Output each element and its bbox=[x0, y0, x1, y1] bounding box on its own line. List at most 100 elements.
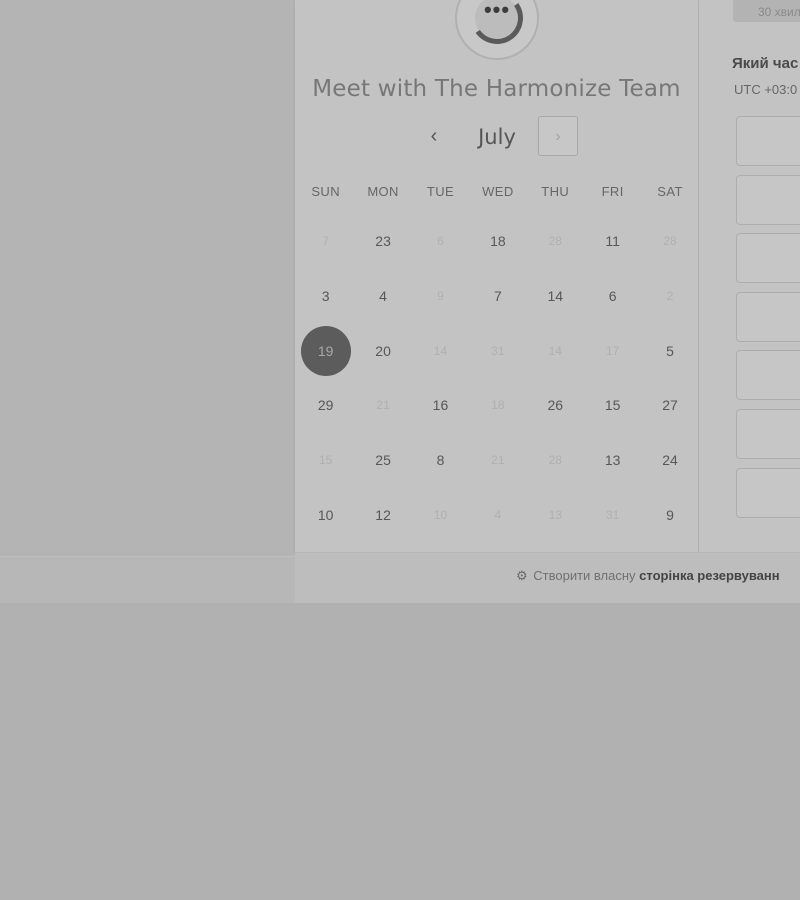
footer-bold: сторінка резервуванн bbox=[639, 568, 780, 583]
time-slot-button[interactable] bbox=[736, 174, 800, 225]
day-number: 8 bbox=[436, 452, 445, 469]
calendar-day[interactable]: 10 bbox=[297, 487, 354, 542]
calendar-day[interactable]: 9 bbox=[641, 487, 698, 542]
calendar-day[interactable]: 16 bbox=[412, 378, 469, 433]
calendar-day-disabled: 28 bbox=[527, 433, 584, 488]
day-number: 4 bbox=[494, 507, 502, 522]
calendar-day-disabled: 17 bbox=[584, 323, 641, 378]
calendar-day[interactable]: 20 bbox=[354, 323, 411, 378]
chevron-left-icon: ‹ bbox=[430, 125, 438, 147]
more-dots-icon: ••• bbox=[483, 0, 511, 22]
day-number: 14 bbox=[433, 343, 448, 358]
calendar-day[interactable]: 14 bbox=[527, 269, 584, 324]
calendar-day-disabled: 9 bbox=[412, 269, 469, 324]
time-slot-button[interactable] bbox=[736, 350, 800, 401]
day-number: 10 bbox=[317, 506, 334, 523]
calendar-week-row: 10 12 10 4 13 31 9 bbox=[297, 487, 699, 542]
calendar-day-disabled: 4 bbox=[469, 487, 526, 542]
day-number: 13 bbox=[548, 507, 562, 522]
day-number: 24 bbox=[662, 452, 678, 469]
calendar-day-disabled: 28 bbox=[527, 214, 584, 269]
calendar-day-disabled: 21 bbox=[354, 378, 411, 433]
calendar-day-disabled: 7 bbox=[297, 214, 354, 269]
day-number: 14 bbox=[548, 343, 562, 358]
day-number: 26 bbox=[547, 397, 564, 414]
day-number: 21 bbox=[491, 453, 505, 468]
calendar-week-row: 29 21 16 18 26 15 27 bbox=[297, 378, 699, 433]
weekday-label: FRI bbox=[601, 184, 624, 199]
calendar-day[interactable]: 15 bbox=[584, 378, 641, 433]
calendar-weeks: 7 23 6 18 28 11 28 3 4 9 7 14 6 2 19 20 14 31 14 17 5 29 21 16 1… bbox=[297, 214, 699, 542]
time-slot-button[interactable] bbox=[736, 233, 800, 284]
day-number: 23 bbox=[375, 233, 391, 250]
calendar-day[interactable]: 27 bbox=[641, 378, 698, 433]
weekday-label: SUN bbox=[311, 184, 341, 199]
day-number: 29 bbox=[317, 397, 334, 414]
calendar-day[interactable]: 29 bbox=[297, 378, 354, 433]
day-number: 10 bbox=[433, 507, 448, 522]
time-slot-button[interactable] bbox=[736, 467, 800, 518]
time-slot-button[interactable] bbox=[736, 409, 800, 459]
calendar-week-row: 3 4 9 7 14 6 2 bbox=[297, 269, 699, 324]
calendar-day-disabled: 10 bbox=[412, 487, 469, 542]
calendar-day-disabled: 28 bbox=[641, 214, 698, 269]
weekday-label: THU bbox=[541, 184, 570, 199]
calendar-day-selected[interactable]: 19 bbox=[297, 323, 354, 378]
duration-option[interactable]: 30 хвил bbox=[733, 0, 800, 22]
calendar-day[interactable]: 23 bbox=[354, 214, 411, 269]
calendar-day[interactable]: 4 bbox=[354, 269, 411, 324]
chevron-right-icon: › bbox=[555, 128, 561, 145]
calendar-day[interactable]: 25 bbox=[354, 433, 411, 488]
calendar-day[interactable]: 26 bbox=[527, 378, 584, 433]
calendar-day[interactable]: 13 bbox=[584, 433, 641, 488]
calendar-day-disabled: 31 bbox=[469, 323, 526, 378]
day-number: 18 bbox=[490, 233, 506, 250]
calendar-day[interactable]: 11 bbox=[584, 214, 641, 269]
calendar-day[interactable]: 18 bbox=[469, 214, 526, 269]
calendar-day[interactable]: 3 bbox=[297, 269, 354, 324]
timezone-selector[interactable]: UTC +03:0 bbox=[734, 82, 797, 97]
calendar-day-disabled: 14 bbox=[412, 323, 469, 378]
day-number: 28 bbox=[548, 234, 562, 249]
day-number: 31 bbox=[605, 507, 620, 522]
day-number: 3 bbox=[321, 288, 330, 305]
calendar-grid: SUN MON TUE WED THU FRI SAT 7 23 6 18 28 11 28… bbox=[297, 180, 699, 542]
calendar-day[interactable]: 7 bbox=[469, 269, 526, 324]
day-number: 25 bbox=[375, 452, 391, 469]
calendar-week-row: 19 20 14 31 14 17 5 bbox=[297, 323, 699, 378]
day-number: 11 bbox=[605, 233, 620, 250]
next-month-button[interactable]: › bbox=[538, 116, 578, 156]
day-number: 6 bbox=[608, 288, 617, 305]
day-number: 14 bbox=[547, 288, 564, 305]
calendar-day-disabled: 15 bbox=[297, 433, 354, 488]
day-number: 15 bbox=[319, 453, 333, 468]
weekday-label: TUE bbox=[426, 184, 455, 199]
calendar-day-disabled: 2 bbox=[641, 269, 698, 324]
prev-month-button[interactable]: ‹ bbox=[419, 122, 449, 152]
calendar-week-row: 7 23 6 18 28 11 28 bbox=[297, 214, 699, 269]
day-number: 16 bbox=[432, 397, 449, 414]
day-number: 15 bbox=[604, 397, 621, 414]
calendar-day-disabled: 13 bbox=[527, 487, 584, 542]
day-number: 9 bbox=[666, 506, 674, 523]
create-booking-page-link[interactable]: ⚙ Створити власну сторінка резервуванн bbox=[516, 568, 780, 584]
meeting-title: Meet with The Harmonize Team bbox=[312, 76, 681, 102]
time-heading: Який час bbox=[732, 55, 799, 72]
day-number: 17 bbox=[605, 343, 620, 358]
calendar-day[interactable]: 6 bbox=[584, 269, 641, 324]
day-number: 4 bbox=[379, 288, 387, 305]
time-slot-button[interactable] bbox=[736, 116, 800, 166]
day-number: 2 bbox=[666, 289, 674, 304]
calendar-day[interactable]: 24 bbox=[641, 433, 698, 488]
calendar-day-disabled: 6 bbox=[412, 214, 469, 269]
footer-prefix: Створити власну bbox=[533, 568, 636, 583]
day-number: 20 bbox=[375, 342, 391, 359]
calendar-day[interactable]: 12 bbox=[354, 487, 411, 542]
time-slot-button[interactable] bbox=[736, 291, 800, 342]
weekday-header: SUN MON TUE WED THU FRI SAT bbox=[297, 180, 699, 204]
calendar-day[interactable]: 5 bbox=[641, 323, 698, 378]
weekday-label: WED bbox=[482, 184, 514, 199]
calendar-day[interactable]: 8 bbox=[412, 433, 469, 488]
day-number: 12 bbox=[375, 506, 391, 523]
day-number: 18 bbox=[491, 398, 505, 413]
